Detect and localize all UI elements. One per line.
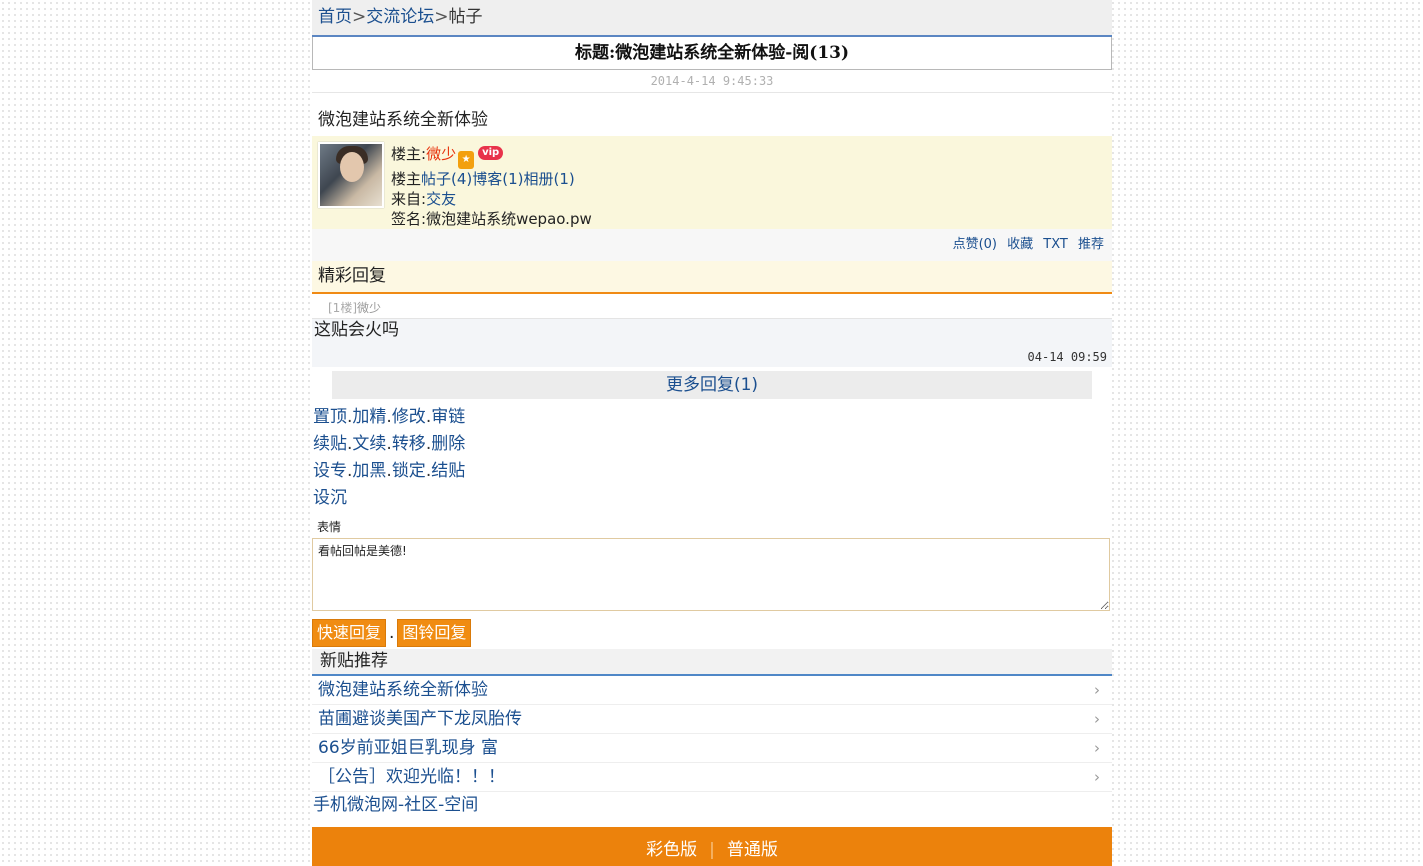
new-post-link[interactable]: 苗圃避谈美国产下龙凤胎传 [318,709,522,729]
new-post-link[interactable]: 66岁前亚姐巨乳现身 富 [318,738,498,758]
reply-user[interactable]: 微少 [357,301,381,315]
admin-row: 设沉 [313,485,1112,512]
set-topic-link[interactable]: 设专 [313,461,347,481]
new-post-link[interactable]: 微泡建站系统全新体验 [318,680,488,700]
site-links: 手机微泡网-社区-空间 [312,792,1112,818]
move-link[interactable]: 转移 [392,434,426,454]
reply-buttons: 快速回复. 图铃回复 [312,611,1112,647]
more-replies-button[interactable]: 更多回复(1) [332,371,1092,399]
continue-text-link[interactable]: 文续 [352,434,386,454]
color-version-link[interactable]: 彩色版 [646,840,697,860]
blacklist-link[interactable]: 加黑 [352,461,386,481]
reply-floor-number: [1楼] [328,301,357,315]
owner-blog-link[interactable]: 博客(1) [472,170,523,188]
owner-sign-line: 签名:微泡建站系统wepao.pw [391,209,592,229]
delete-link[interactable]: 删除 [431,434,465,454]
breadcrumb-separator: > [434,7,449,27]
owner-from-link[interactable]: 交友 [426,190,456,208]
image-reply-button[interactable]: 图铃回复 [397,619,472,647]
continue-post-link[interactable]: 续贴 [313,434,347,454]
list-item[interactable]: 66岁前亚姐巨乳现身 富 › [312,734,1112,763]
reply-text: 这贴会火吗 [314,320,399,340]
breadcrumb-separator: > [352,7,367,27]
owner-name-link[interactable]: 微少 [426,145,456,163]
medal-icon: ★ [458,151,475,169]
admin-row: 续贴.文续.转移.删除 [313,431,1112,458]
page-container: 首页>交流论坛>帖子 标题:微泡建站系统全新体验-阅(13) 2014-4-14… [312,0,1112,866]
avatar-face [340,152,364,182]
emoji-selector[interactable]: 表情 [312,512,1112,536]
chevron-right-icon: › [1094,768,1100,786]
post-actions: 点赞(0) 收藏 TXT 推荐 [312,229,1112,261]
new-posts-header: 新贴推荐 [312,649,1112,676]
chevron-right-icon: › [1094,739,1100,757]
edit-link[interactable]: 修改 [392,407,426,427]
admin-tools: 置顶.加精.修改.审链 续贴.文续.转移.删除 设专.加黑.锁定.结贴 设沉 [312,399,1112,512]
reply-item: 这贴会火吗 04-14 09:59 [312,319,1112,367]
breadcrumb-current: 帖子 [448,7,483,27]
lock-link[interactable]: 锁定 [392,461,426,481]
post-body: 微泡建站系统全新体验 [318,110,488,130]
site-nav-link[interactable]: 手机微泡网-社区-空间 [313,795,478,815]
admin-row: 设专.加黑.锁定.结贴 [313,458,1112,485]
more-replies-link[interactable]: 更多回复(1) [666,375,758,395]
quick-reply-button[interactable]: 快速回复 [312,619,387,647]
owner-card: 楼主:微少 ★vip 楼主帖子(4)博客(1)相册(1) 来自:交友 签名:微泡建… [312,136,1112,229]
vip-badge: vip [478,146,504,160]
recommend-link[interactable]: 推荐 [1078,237,1104,252]
owner-album-link[interactable]: 相册(1) [524,170,575,188]
feature-link[interactable]: 加精 [352,407,386,427]
breadcrumb-forum-link[interactable]: 交流论坛 [366,7,434,27]
avatar[interactable] [318,142,384,208]
plain-version-link[interactable]: 普通版 [727,840,778,860]
footer-bar: 彩色版 | 普通版 [312,827,1112,866]
pin-link[interactable]: 置顶 [313,407,347,427]
review-link[interactable]: 审链 [431,407,465,427]
list-item[interactable]: ［公告］欢迎光临！！！ › [312,763,1112,792]
owner-from-label: 来自: [391,190,427,208]
owner-name-line: 楼主:微少 ★vip [391,144,592,169]
admin-row: 置顶.加精.修改.审链 [313,404,1112,431]
like-link[interactable]: 点赞(0) [953,237,997,252]
footer-separator: | [709,840,715,860]
breadcrumb: 首页>交流论坛>帖子 [312,0,1112,37]
button-dot: . [389,623,395,643]
reply-floor-header: [1楼]微少 [312,294,1112,319]
breadcrumb-home-link[interactable]: 首页 [318,7,352,27]
sink-link[interactable]: 设沉 [313,488,347,508]
owner-posts-link[interactable]: 帖子(4) [421,170,472,188]
owner-links-label: 楼主 [391,170,422,188]
txt-link[interactable]: TXT [1043,237,1068,252]
owner-sign-label: 签名: [391,210,427,228]
owner-sign: 微泡建站系统wepao.pw [426,210,592,228]
close-post-link[interactable]: 结贴 [431,461,465,481]
list-item[interactable]: 苗圃避谈美国产下龙凤胎传 › [312,705,1112,734]
new-posts-list: 微泡建站系统全新体验 › 苗圃避谈美国产下龙凤胎传 › 66岁前亚姐巨乳现身 富 › … [312,676,1112,792]
reply-textarea[interactable]: 看帖回帖是美德! [312,538,1110,611]
chevron-right-icon: › [1094,710,1100,728]
favorite-link[interactable]: 收藏 [1007,237,1033,252]
owner-info: 楼主:微少 ★vip 楼主帖子(4)博客(1)相册(1) 来自:交友 签名:微泡建… [391,144,592,229]
new-post-link[interactable]: ［公告］欢迎光临！！！ [318,767,505,787]
reply-time: 04-14 09:59 [1027,350,1107,364]
post-title: 标题:微泡建站系统全新体验-阅(13) [312,37,1112,70]
owner-label: 楼主: [391,145,427,163]
owner-from-line: 来自:交友 [391,189,592,209]
list-item[interactable]: 微泡建站系统全新体验 › [312,676,1112,705]
chevron-right-icon: › [1094,681,1100,699]
best-replies-header: 精彩回复 [312,261,1112,294]
owner-links-line: 楼主帖子(4)博客(1)相册(1) [391,169,592,189]
post-date: 2014-4-14 9:45:33 [312,70,1112,93]
